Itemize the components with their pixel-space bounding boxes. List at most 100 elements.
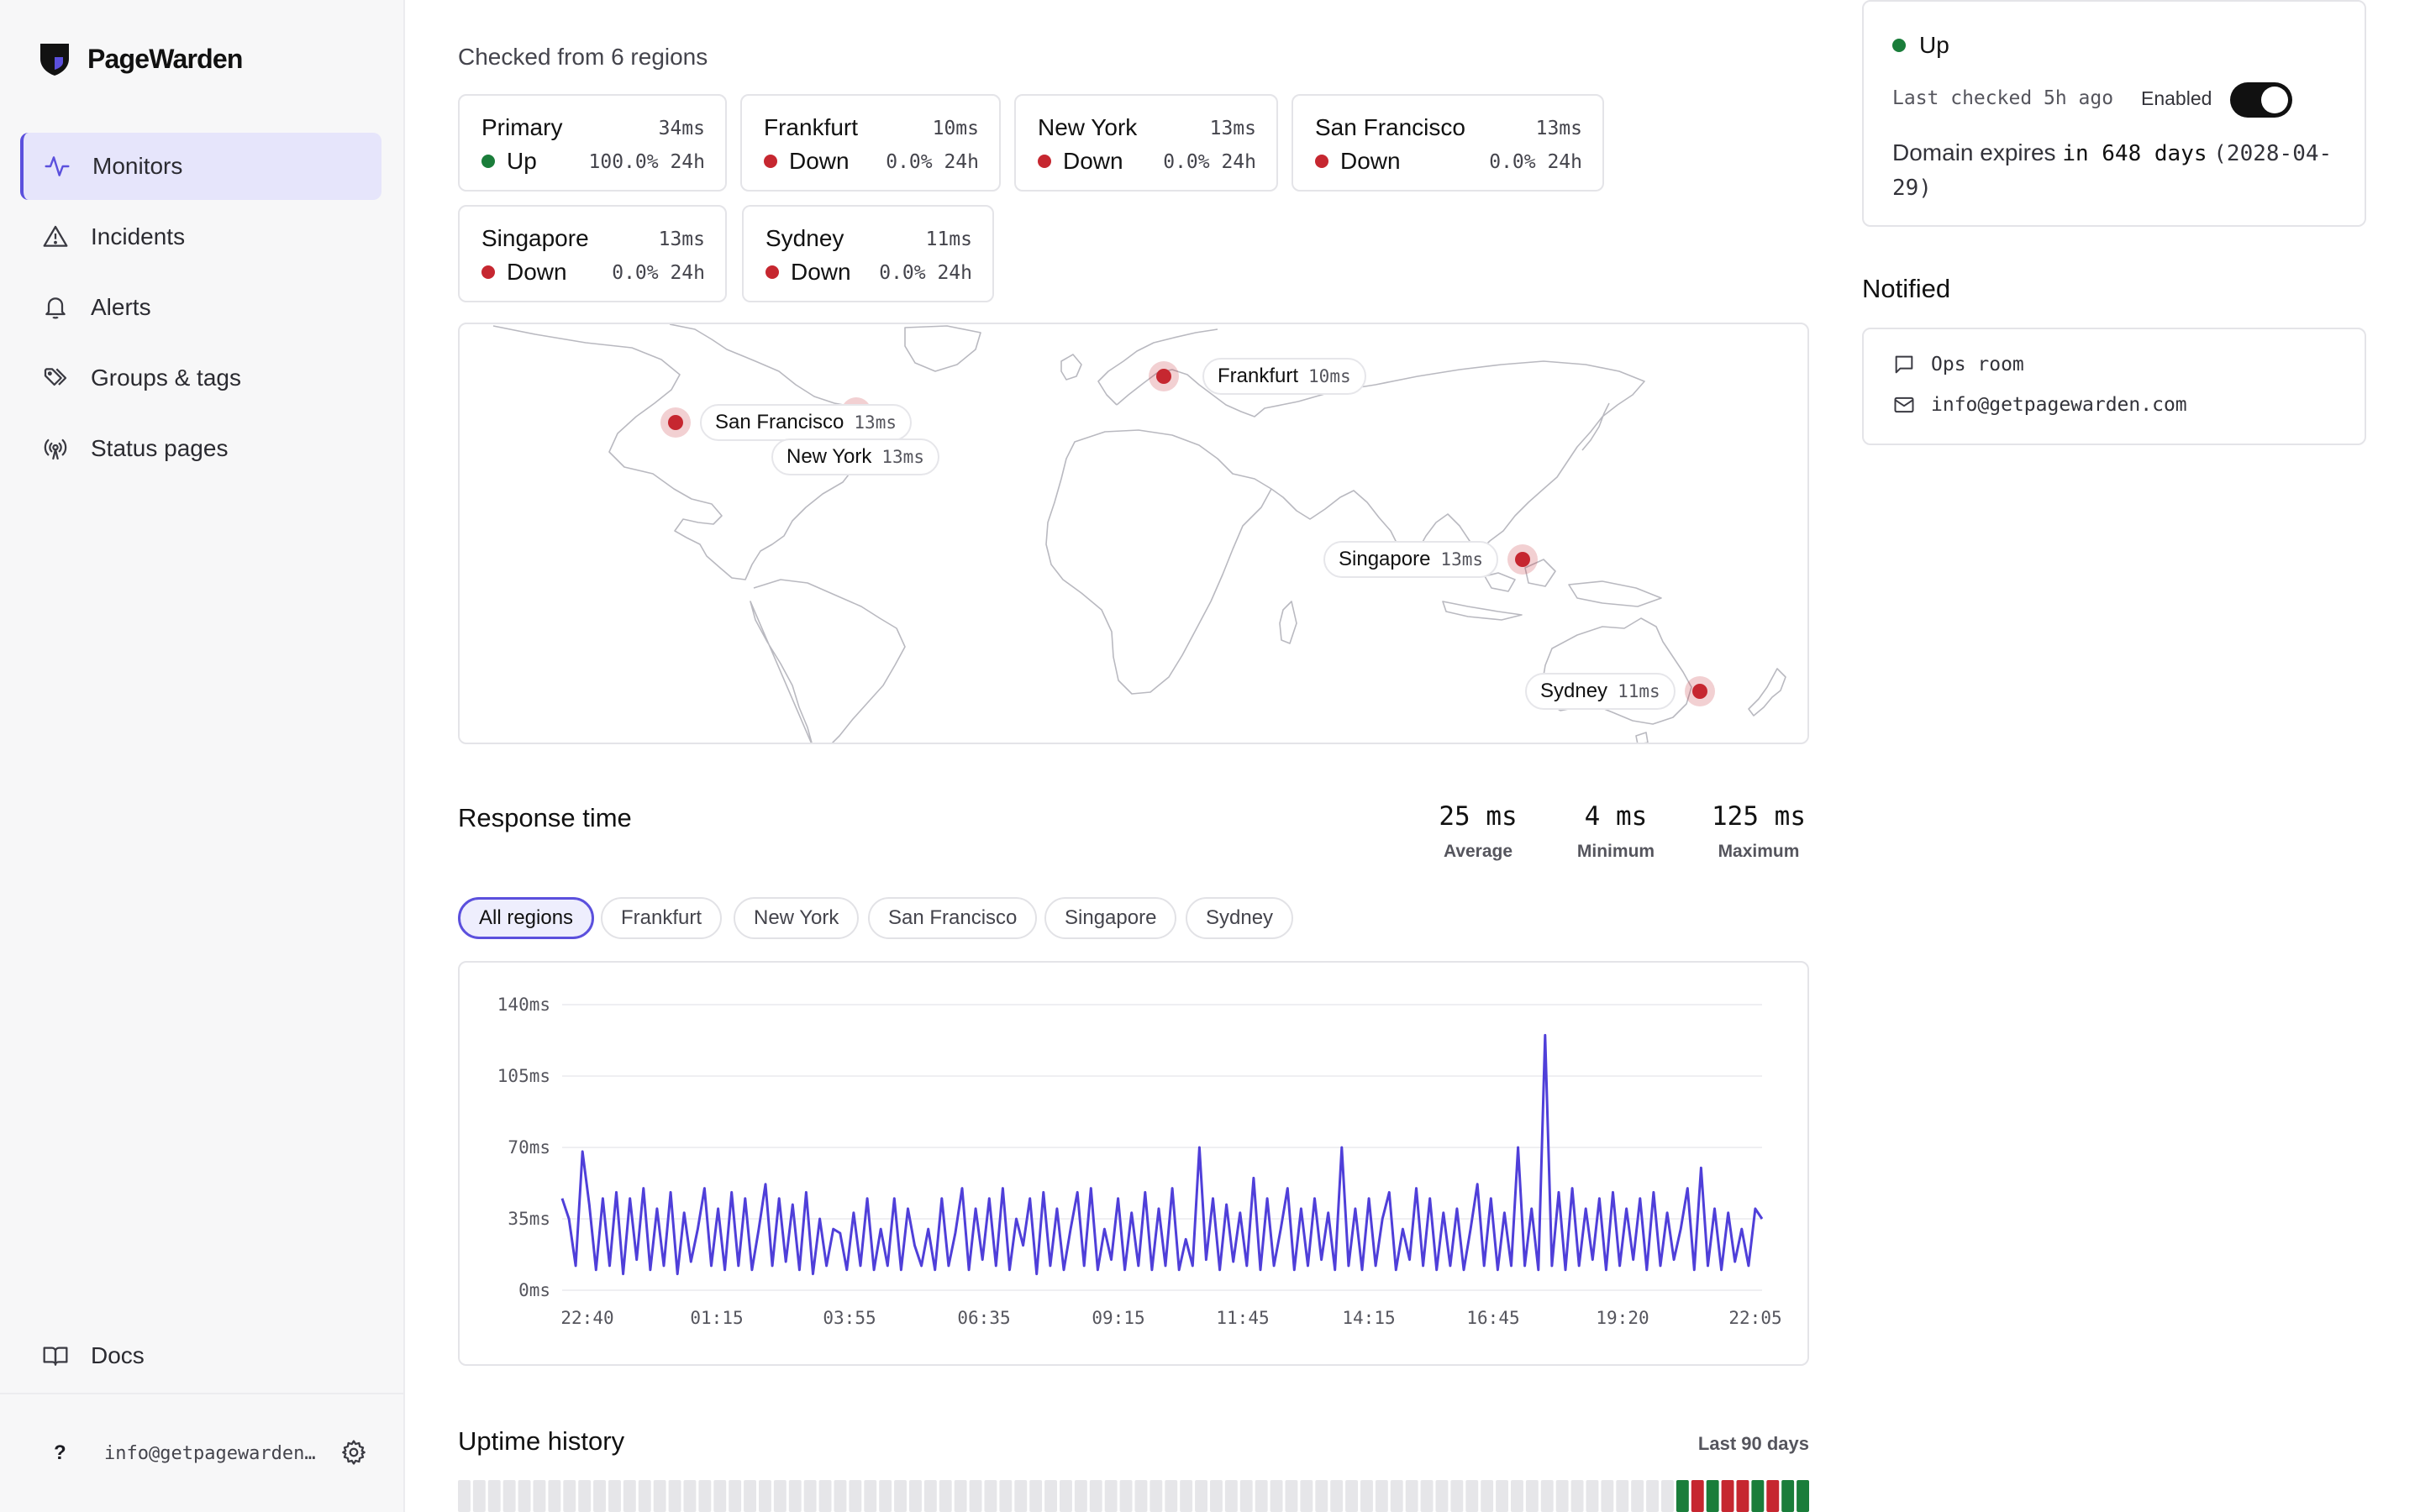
uptime-day-bar[interactable] — [1074, 1480, 1087, 1512]
uptime-day-bar[interactable] — [1751, 1480, 1765, 1512]
uptime-day-bar[interactable] — [1435, 1480, 1449, 1512]
uptime-day-bar[interactable] — [1195, 1480, 1207, 1512]
logo[interactable]: PageWarden — [37, 40, 243, 77]
uptime-day-bar[interactable] — [1405, 1480, 1418, 1512]
uptime-day-bar[interactable] — [788, 1480, 802, 1512]
map-pin-sydney[interactable] — [1685, 676, 1715, 706]
uptime-day-bar[interactable] — [923, 1480, 937, 1512]
sidebar-item-groups-tags[interactable]: Groups & tags — [20, 344, 381, 412]
region-card-san-francisco[interactable]: San Francisco 13ms Down 0.0% 24h — [1292, 94, 1604, 192]
uptime-day-bar[interactable] — [1540, 1480, 1554, 1512]
uptime-day-bar[interactable] — [1345, 1480, 1358, 1512]
uptime-day-bar[interactable] — [1781, 1480, 1795, 1512]
uptime-day-bar[interactable] — [999, 1480, 1013, 1512]
filter-chip-singapore[interactable]: Singapore — [1044, 897, 1177, 939]
uptime-day-bar[interactable] — [1706, 1480, 1719, 1512]
help-icon[interactable]: ? — [54, 1441, 66, 1465]
region-card-primary[interactable]: Primary 34ms Up 100.0% 24h — [458, 94, 727, 192]
map-pin-frankfurt[interactable] — [1149, 361, 1179, 391]
uptime-day-bar[interactable] — [909, 1480, 922, 1512]
uptime-day-bar[interactable] — [1150, 1480, 1163, 1512]
uptime-day-bar[interactable] — [1285, 1480, 1298, 1512]
uptime-day-bar[interactable] — [1270, 1480, 1283, 1512]
uptime-day-bar[interactable] — [1165, 1480, 1178, 1512]
uptime-day-bar[interactable] — [1330, 1480, 1344, 1512]
uptime-day-bar[interactable] — [1570, 1480, 1584, 1512]
uptime-day-bar[interactable] — [1375, 1480, 1388, 1512]
uptime-day-bar[interactable] — [1555, 1480, 1569, 1512]
uptime-day-bar[interactable] — [1601, 1480, 1614, 1512]
uptime-day-bar[interactable] — [458, 1480, 471, 1512]
uptime-day-bar[interactable] — [1691, 1480, 1704, 1512]
uptime-day-bar[interactable] — [744, 1480, 756, 1512]
filter-chip-san-francisco[interactable]: San Francisco — [868, 897, 1038, 939]
map-pin-singapore[interactable] — [1507, 544, 1538, 575]
uptime-day-bar[interactable] — [1315, 1480, 1328, 1512]
filter-chip-new-york[interactable]: New York — [734, 897, 860, 939]
uptime-day-bar[interactable] — [1661, 1480, 1674, 1512]
notified-item-ops-room[interactable]: Ops room — [1892, 353, 2024, 376]
uptime-day-bar[interactable] — [1420, 1480, 1434, 1512]
uptime-day-bar[interactable] — [1089, 1480, 1102, 1512]
uptime-day-bar[interactable] — [1044, 1480, 1057, 1512]
uptime-day-bar[interactable] — [1104, 1480, 1118, 1512]
uptime-day-bar[interactable] — [683, 1480, 697, 1512]
uptime-day-bar[interactable] — [1586, 1480, 1599, 1512]
uptime-day-bar[interactable] — [803, 1480, 817, 1512]
uptime-day-bar[interactable] — [1721, 1480, 1734, 1512]
uptime-day-bar[interactable] — [1300, 1480, 1313, 1512]
uptime-day-bar[interactable] — [1736, 1480, 1749, 1512]
uptime-day-bar[interactable] — [954, 1480, 967, 1512]
uptime-day-bar[interactable] — [1481, 1480, 1494, 1512]
uptime-day-bar[interactable] — [773, 1480, 786, 1512]
enabled-toggle[interactable] — [2230, 82, 2292, 118]
uptime-day-bar[interactable] — [502, 1480, 516, 1512]
uptime-day-bar[interactable] — [1766, 1480, 1780, 1512]
uptime-day-bar[interactable] — [1616, 1480, 1629, 1512]
uptime-day-bar[interactable] — [698, 1480, 712, 1512]
sidebar-item-alerts[interactable]: Alerts — [20, 274, 381, 341]
map-pin-san-francisco[interactable] — [660, 407, 691, 438]
user-email[interactable]: info@getpagewarden.com — [104, 1443, 324, 1464]
uptime-day-bar[interactable] — [1210, 1480, 1223, 1512]
uptime-day-bar[interactable] — [487, 1480, 501, 1512]
uptime-day-bar[interactable] — [653, 1480, 666, 1512]
uptime-day-bar[interactable] — [713, 1480, 727, 1512]
uptime-day-bar[interactable] — [623, 1480, 636, 1512]
sidebar-item-incidents[interactable]: Incidents — [20, 203, 381, 270]
uptime-day-bar[interactable] — [1134, 1480, 1148, 1512]
region-card-singapore[interactable]: Singapore 13ms Down 0.0% 24h — [458, 205, 727, 302]
uptime-day-bar[interactable] — [1450, 1480, 1464, 1512]
uptime-day-bar[interactable] — [1646, 1480, 1659, 1512]
uptime-day-bar[interactable] — [984, 1480, 997, 1512]
uptime-day-bar[interactable] — [1465, 1480, 1479, 1512]
uptime-day-bar[interactable] — [1180, 1480, 1193, 1512]
uptime-day-bar[interactable] — [1060, 1480, 1072, 1512]
filter-chip-frankfurt[interactable]: Frankfurt — [601, 897, 723, 939]
sidebar-item-status-pages[interactable]: Status pages — [20, 415, 381, 482]
sidebar-item-monitors[interactable]: Monitors — [20, 133, 381, 200]
uptime-day-bar[interactable] — [1119, 1480, 1133, 1512]
uptime-day-bar[interactable] — [1014, 1480, 1028, 1512]
uptime-day-bar[interactable] — [1496, 1480, 1508, 1512]
uptime-day-bar[interactable] — [1676, 1480, 1689, 1512]
uptime-day-bar[interactable] — [518, 1480, 531, 1512]
filter-chip-all-regions[interactable]: All regions — [458, 897, 595, 939]
uptime-day-bar[interactable] — [729, 1480, 742, 1512]
region-card-new-york[interactable]: New York 13ms Down 0.0% 24h — [1014, 94, 1278, 192]
uptime-day-bar[interactable] — [1360, 1480, 1373, 1512]
uptime-day-bar[interactable] — [548, 1480, 561, 1512]
uptime-day-bar[interactable] — [1390, 1480, 1403, 1512]
uptime-day-bar[interactable] — [638, 1480, 651, 1512]
uptime-day-bar[interactable] — [1029, 1480, 1043, 1512]
uptime-day-bar[interactable] — [879, 1480, 892, 1512]
uptime-day-bar[interactable] — [1239, 1480, 1253, 1512]
uptime-day-bar[interactable] — [1525, 1480, 1539, 1512]
uptime-day-bar[interactable] — [533, 1480, 546, 1512]
uptime-day-bar[interactable] — [578, 1480, 592, 1512]
uptime-day-bar[interactable] — [894, 1480, 907, 1512]
uptime-day-bar[interactable] — [593, 1480, 606, 1512]
uptime-day-bar[interactable] — [864, 1480, 877, 1512]
uptime-day-bar[interactable] — [1224, 1480, 1238, 1512]
uptime-day-bar[interactable] — [818, 1480, 832, 1512]
